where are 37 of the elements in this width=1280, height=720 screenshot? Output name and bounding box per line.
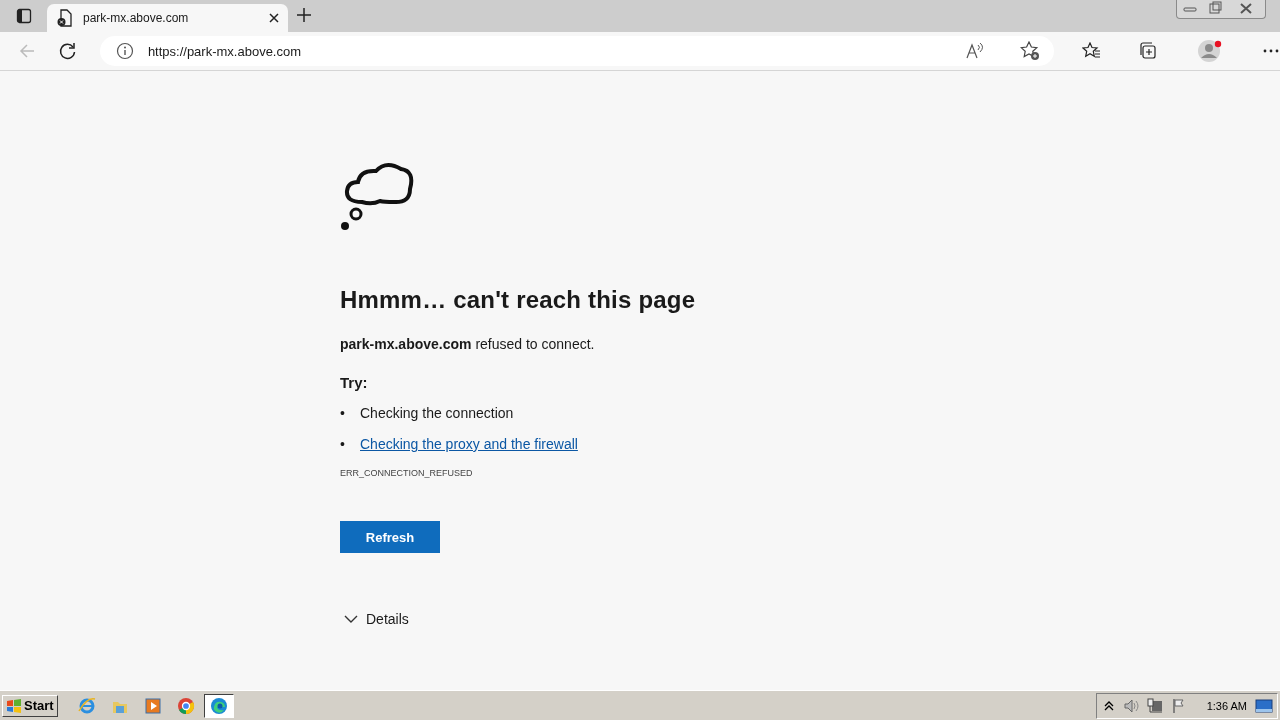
- add-favorite-icon[interactable]: [1020, 41, 1040, 61]
- bullet: •: [340, 436, 346, 452]
- edge-icon: [209, 696, 228, 715]
- bullet: •: [340, 405, 346, 421]
- ie-icon: [77, 696, 96, 715]
- media-player-icon: [143, 696, 162, 715]
- error-message: park-mx.above.com refused to connect.: [340, 336, 596, 352]
- refresh-button[interactable]: Refresh: [340, 521, 440, 553]
- try-label: Try:: [340, 374, 369, 391]
- profile-avatar[interactable]: [1198, 39, 1222, 63]
- tab-title: park-mx.above.com: [83, 11, 190, 25]
- refresh-icon[interactable]: [58, 42, 77, 60]
- suggestion-text: Checking the connection: [360, 405, 514, 421]
- tab-actions-icon[interactable]: [15, 8, 32, 24]
- network-icon[interactable]: [1146, 697, 1163, 714]
- suggestion-link[interactable]: Checking the proxy and the firewall: [360, 436, 578, 452]
- volume-icon[interactable]: [1122, 697, 1139, 714]
- error-code: ERR_CONNECTION_REFUSED: [340, 468, 474, 478]
- chrome-icon: [176, 696, 195, 715]
- taskbar-button[interactable]: [203, 693, 234, 718]
- page-error-icon: [57, 9, 73, 27]
- chevron-icon: [344, 614, 358, 624]
- error-heading: Hmmm… can't reach this page: [340, 286, 697, 314]
- browser-tab[interactable]: park-mx.above.com: [47, 4, 288, 32]
- details-toggle[interactable]: Details: [340, 603, 440, 635]
- close-icon[interactable]: [268, 12, 280, 24]
- info-icon[interactable]: [115, 42, 134, 60]
- clock[interactable]: 1:36 AM: [1206, 699, 1247, 712]
- windows-logo-icon: [6, 698, 22, 713]
- address-bar[interactable]: https://park-mx.above.com: [99, 36, 1054, 66]
- show-desktop-icon[interactable]: [1255, 697, 1273, 714]
- new-tab-icon[interactable]: [296, 7, 312, 23]
- favorites-icon[interactable]: [1082, 42, 1102, 60]
- start-button[interactable]: Start: [2, 694, 58, 717]
- collections-icon[interactable]: [1138, 41, 1158, 61]
- read-aloud-icon[interactable]: [966, 42, 986, 60]
- flag-icon[interactable]: [1170, 697, 1187, 714]
